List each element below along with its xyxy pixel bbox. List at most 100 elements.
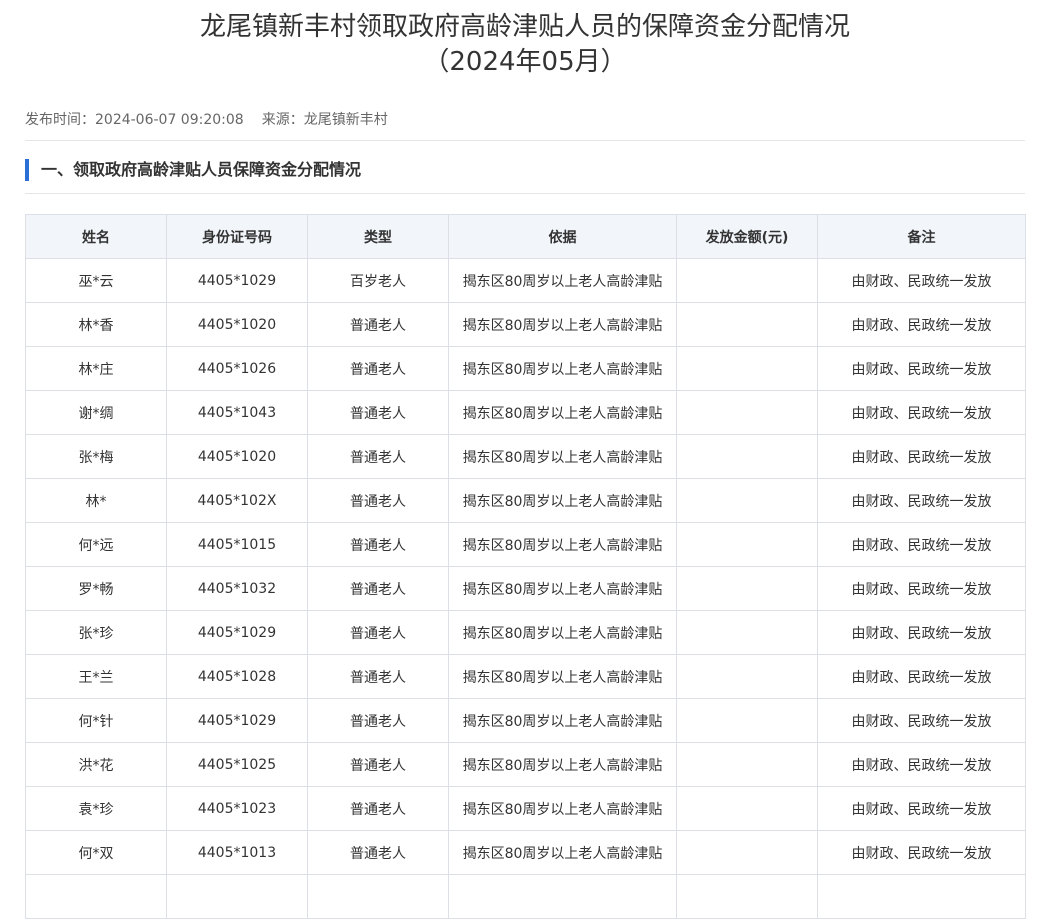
cell-amount [676,698,818,743]
cell-basis: 揭东区80周岁以上老人高龄津贴 [448,302,677,347]
cell-remark: 由财政、民政统一发放 [817,742,1026,787]
allowance-table: 姓名 身份证号码 类型 依据 发放金额(元) 备注 巫*云 4405*1029 百岁老人 揭东区… [25,214,1026,919]
cell-type: 普通老人 [307,566,449,611]
cell-remark: 由财政、民政统一发放 [817,478,1026,523]
header-id-number: 身份证号码 [166,214,308,259]
cell-amount [676,434,818,479]
cell-id-number: 4405*1023 [166,786,308,831]
cell-amount [676,830,818,875]
cell-basis: 揭东区80周岁以上老人高龄津贴 [448,478,677,523]
cell-id-number: 4405*1020 [166,434,308,479]
page-title-line1: 龙尾镇新丰村领取政府高龄津贴人员的保障资金分配情况 [199,12,850,42]
cell-basis: 揭东区80周岁以上老人高龄津贴 [448,786,677,831]
cell-amount [676,874,818,919]
cell-basis: 揭东区80周岁以上老人高龄津贴 [448,390,677,435]
table-row [25,874,1026,919]
cell-remark [817,874,1026,919]
header-amount: 发放金额(元) [676,214,818,259]
cell-amount [676,610,818,655]
header-type: 类型 [307,214,449,259]
cell-amount [676,786,818,831]
cell-id-number: 4405*1029 [166,258,308,303]
cell-remark: 由财政、民政统一发放 [817,786,1026,831]
publish-time-label: 发布时间： [25,112,95,128]
cell-type: 普通老人 [307,522,449,567]
cell-name: 林*香 [25,302,167,347]
cell-type: 普通老人 [307,830,449,875]
cell-amount [676,654,818,699]
table-row: 谢*绸 4405*1043 普通老人 揭东区80周岁以上老人高龄津贴 由财政、民政统一发… [25,390,1026,435]
cell-basis: 揭东区80周岁以上老人高龄津贴 [448,522,677,567]
section-divider [25,193,1025,194]
cell-remark: 由财政、民政统一发放 [817,258,1026,303]
cell-name: 张*梅 [25,434,167,479]
publish-time: 2024-06-07 09:20:08 [95,112,244,128]
cell-basis: 揭东区80周岁以上老人高龄津贴 [448,566,677,611]
cell-name: 何*针 [25,698,167,743]
cell-type: 普通老人 [307,610,449,655]
cell-basis: 揭东区80周岁以上老人高龄津贴 [448,654,677,699]
cell-basis: 揭东区80周岁以上老人高龄津贴 [448,830,677,875]
cell-basis: 揭东区80周岁以上老人高龄津贴 [448,610,677,655]
header-remark: 备注 [817,214,1026,259]
cell-type: 普通老人 [307,786,449,831]
table-row: 罗*畅 4405*1032 普通老人 揭东区80周岁以上老人高龄津贴 由财政、民政统一发… [25,566,1026,611]
cell-remark: 由财政、民政统一发放 [817,434,1026,479]
cell-basis: 揭东区80周岁以上老人高龄津贴 [448,698,677,743]
table-row: 何*远 4405*1015 普通老人 揭东区80周岁以上老人高龄津贴 由财政、民政统一发… [25,522,1026,567]
cell-name: 何*远 [25,522,167,567]
cell-basis: 揭东区80周岁以上老人高龄津贴 [448,434,677,479]
cell-amount [676,258,818,303]
cell-amount [676,522,818,567]
cell-id-number: 4405*102X [166,478,308,523]
cell-id-number: 4405*1013 [166,830,308,875]
cell-amount [676,302,818,347]
cell-remark: 由财政、民政统一发放 [817,522,1026,567]
cell-remark: 由财政、民政统一发放 [817,346,1026,391]
cell-name: 何*双 [25,830,167,875]
cell-type: 普通老人 [307,698,449,743]
cell-remark: 由财政、民政统一发放 [817,654,1026,699]
header-basis: 依据 [448,214,677,259]
section-heading: 一、领取政府高龄津贴人员保障资金分配情况 [25,159,1025,181]
cell-id-number: 4405*1043 [166,390,308,435]
cell-name: 罗*畅 [25,566,167,611]
cell-remark: 由财政、民政统一发放 [817,830,1026,875]
table-row: 王*兰 4405*1028 普通老人 揭东区80周岁以上老人高龄津贴 由财政、民政统一发… [25,654,1026,699]
cell-name: 张*珍 [25,610,167,655]
cell-id-number: 4405*1028 [166,654,308,699]
cell-amount [676,478,818,523]
cell-id-number: 4405*1020 [166,302,308,347]
table-row: 何*针 4405*1029 普通老人 揭东区80周岁以上老人高龄津贴 由财政、民政统一发… [25,698,1026,743]
cell-name: 谢*绸 [25,390,167,435]
cell-name [25,874,167,919]
cell-remark: 由财政、民政统一发放 [817,698,1026,743]
cell-name: 林*庄 [25,346,167,391]
table-row: 巫*云 4405*1029 百岁老人 揭东区80周岁以上老人高龄津贴 由财政、民政统一发… [25,258,1026,303]
page-title-line2: （2024年05月） [423,47,627,77]
cell-type: 普通老人 [307,742,449,787]
cell-name: 林* [25,478,167,523]
table-row: 袁*珍 4405*1023 普通老人 揭东区80周岁以上老人高龄津贴 由财政、民政统一发… [25,786,1026,831]
cell-remark: 由财政、民政统一发放 [817,390,1026,435]
table-row: 林*香 4405*1020 普通老人 揭东区80周岁以上老人高龄津贴 由财政、民政统一发… [25,302,1026,347]
cell-type: 普通老人 [307,390,449,435]
table-header-row: 姓名 身份证号码 类型 依据 发放金额(元) 备注 [25,214,1026,259]
cell-name: 巫*云 [25,258,167,303]
cell-type [307,874,449,919]
cell-remark: 由财政、民政统一发放 [817,302,1026,347]
table-row: 洪*花 4405*1025 普通老人 揭东区80周岁以上老人高龄津贴 由财政、民政统一发… [25,742,1026,787]
cell-id-number: 4405*1029 [166,610,308,655]
cell-id-number [166,874,308,919]
cell-name: 王*兰 [25,654,167,699]
cell-type: 普通老人 [307,654,449,699]
table-row: 何*双 4405*1013 普通老人 揭东区80周岁以上老人高龄津贴 由财政、民政统一发… [25,830,1026,875]
table-row: 张*珍 4405*1029 普通老人 揭东区80周岁以上老人高龄津贴 由财政、民政统一发… [25,610,1026,655]
cell-id-number: 4405*1015 [166,522,308,567]
cell-type: 普通老人 [307,302,449,347]
cell-basis: 揭东区80周岁以上老人高龄津贴 [448,742,677,787]
cell-name: 袁*珍 [25,786,167,831]
cell-id-number: 4405*1026 [166,346,308,391]
cell-id-number: 4405*1025 [166,742,308,787]
cell-amount [676,566,818,611]
